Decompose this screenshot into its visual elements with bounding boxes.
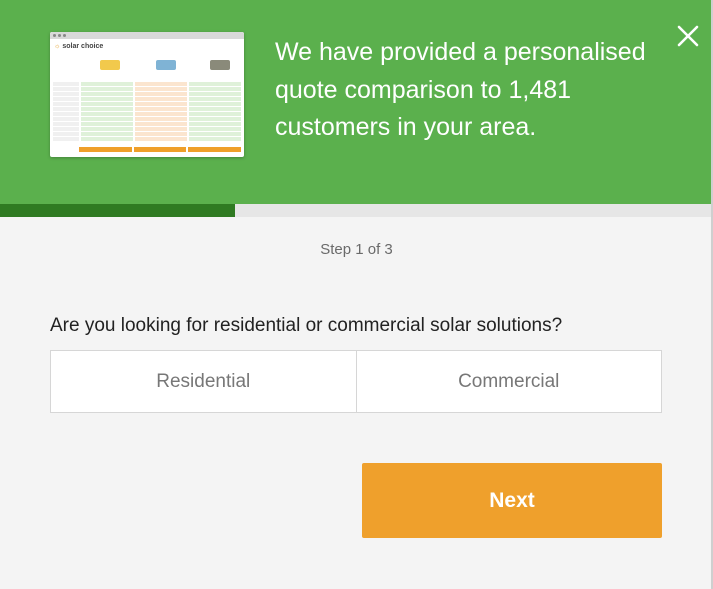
modal-header: ☼ solar choice We have provided a person…	[0, 0, 713, 204]
sun-icon: ☼	[54, 43, 61, 50]
solution-type-options: Residential Commercial	[50, 350, 662, 413]
thumbnail-comparison-table	[53, 82, 241, 142]
progress-bar-fill	[0, 204, 236, 217]
header-headline: We have provided a personalised quote co…	[275, 38, 646, 141]
thumbnail-provider-logos	[90, 60, 240, 78]
close-icon	[677, 25, 699, 47]
commercial-option[interactable]: Commercial	[355, 351, 662, 412]
question-label: Are you looking for residential or comme…	[50, 315, 563, 336]
close-button[interactable]	[672, 20, 704, 52]
progress-bar	[0, 204, 713, 217]
thumbnail-brand-text: solar choice	[62, 43, 104, 50]
thumbnail-buttons	[79, 147, 242, 152]
next-button[interactable]: Next	[362, 463, 662, 538]
quote-modal: ☼ solar choice We have provided a person…	[0, 0, 713, 589]
residential-option[interactable]: Residential	[51, 351, 356, 412]
thumbnail-window-bar	[50, 32, 244, 39]
quote-comparison-thumbnail: ☼ solar choice	[50, 32, 244, 157]
thumbnail-brand: ☼ solar choice	[54, 43, 103, 50]
step-indicator: Step 1 of 3	[320, 241, 393, 258]
